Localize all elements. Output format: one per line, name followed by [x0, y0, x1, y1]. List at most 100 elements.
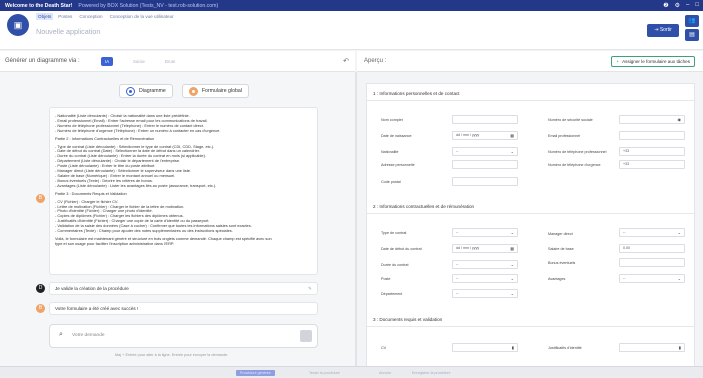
- field-value: 0.00: [623, 246, 630, 250]
- field-label: Date de naissance: [381, 134, 412, 138]
- field-label: Numéro de sécurité sociale: [548, 118, 593, 122]
- assign-form-button[interactable]: + Assigner le formulaire aux tâches: [611, 56, 695, 67]
- generate-brute-button[interactable]: Brute: [161, 57, 180, 66]
- field-value: --: [456, 230, 459, 234]
- field-label: Numéro de téléphone d'urgence: [548, 163, 601, 167]
- help-icon[interactable]: ❷: [663, 2, 668, 9]
- chat-input[interactable]: ⌕ Votre demande: [49, 324, 318, 348]
- field-justificatif-upload[interactable]: ▮: [619, 343, 685, 352]
- field-value: dd / mm / yyyy: [456, 246, 480, 250]
- field-label: Nationalité: [381, 150, 399, 154]
- field-type-contrat[interactable]: -- ⌄: [452, 228, 518, 237]
- users-icon[interactable]: 👥: [685, 15, 699, 27]
- field-value: --: [623, 230, 626, 234]
- tab-conception[interactable]: Conception: [77, 13, 104, 20]
- user-avatar: D: [36, 284, 45, 293]
- tab-conception-vue[interactable]: Conception de la vue utilisateur: [108, 13, 176, 20]
- section-title-2: 2 : Informations contractuelles et de ré…: [373, 204, 475, 209]
- field-tel-urgence[interactable]: +33: [619, 160, 685, 169]
- field-label: Salaire de base: [548, 247, 574, 251]
- file-icon: ▮: [511, 345, 514, 350]
- field-duree-contrat[interactable]: -- ⌄: [452, 260, 518, 269]
- field-nationalite[interactable]: -- ⌄: [452, 147, 518, 156]
- field-code-postal[interactable]: [452, 177, 518, 186]
- field-secu[interactable]: ◉: [619, 115, 685, 124]
- diagram-toggle[interactable]: Diagramme: [119, 84, 173, 98]
- field-label: Numéro de téléphone professionnel: [548, 150, 607, 154]
- divider: [367, 213, 694, 214]
- section-title-3: 3 : Documents requis et validation: [373, 317, 443, 322]
- calendar-icon: ▦: [510, 133, 514, 138]
- field-date-naissance[interactable]: dd / mm / yyyy ▦: [452, 131, 518, 140]
- field-label: Type de contrat: [381, 231, 407, 235]
- field-value: dd / mm / yyyy: [456, 133, 480, 137]
- generate-toolbar: Générer un diagramme via : IA Saisie Bru…: [0, 51, 355, 72]
- generate-saisie-button[interactable]: Saisie: [129, 57, 149, 66]
- field-label: Adresse personnelle: [381, 163, 415, 167]
- assign-form-label: Assigner le formulaire aux tâches: [622, 59, 690, 64]
- edit-icon[interactable]: ✎: [308, 283, 312, 294]
- field-salaire[interactable]: 0.00: [619, 244, 685, 253]
- tab-postes[interactable]: Postes: [56, 13, 74, 20]
- save-procedure-button[interactable]: Enregistrer la procédure: [408, 370, 455, 376]
- test-procedure-button[interactable]: Tester la procédure: [305, 370, 344, 376]
- chevron-down-icon: ⌄: [510, 276, 514, 281]
- chat-line: - Avantages (Liste déroulante) : Lister …: [55, 183, 217, 188]
- field-nom-complet[interactable]: [452, 115, 518, 124]
- field-date-debut[interactable]: dd / mm / yyyy ▦: [452, 244, 518, 253]
- field-label: Département: [381, 292, 403, 296]
- undo-icon[interactable]: ↶: [343, 57, 349, 65]
- field-value: --: [456, 291, 459, 295]
- field-avantages[interactable]: -- ⌄: [619, 274, 685, 283]
- field-label: Date de début du contrat: [381, 247, 422, 251]
- radio-icon: [188, 86, 198, 96]
- generate-ia-button[interactable]: IA: [101, 57, 114, 66]
- chevron-down-icon: ⌄: [510, 149, 514, 154]
- minimize-icon[interactable]: –: [686, 2, 689, 9]
- field-bonus[interactable]: [619, 258, 685, 267]
- cancel-button[interactable]: Annuler: [375, 370, 395, 376]
- field-tel-pro[interactable]: +33: [619, 147, 685, 156]
- send-button[interactable]: [300, 330, 312, 342]
- chat-icon[interactable]: ▤: [685, 29, 699, 41]
- field-label: CV: [381, 346, 387, 350]
- field-label: Manager direct: [548, 232, 573, 236]
- calendar-icon: ▦: [510, 246, 514, 251]
- maximize-icon[interactable]: □: [695, 2, 699, 9]
- chevron-down-icon: ⌄: [677, 230, 681, 235]
- field-label: Email professionnel: [548, 134, 581, 138]
- bot-avatar: B: [36, 304, 45, 313]
- field-cv-upload[interactable]: ▮: [452, 343, 518, 352]
- field-label: Nom complet: [381, 118, 403, 122]
- settings-icon[interactable]: ⚙: [675, 2, 680, 9]
- exit-button-label: Sortir: [659, 27, 672, 33]
- chat-section-title: Partie 3 : Documents Requis et Validatio…: [55, 191, 127, 196]
- plus-icon: +: [616, 59, 620, 64]
- tab-objets[interactable]: Objets: [36, 13, 54, 20]
- radio-icon: [126, 86, 135, 96]
- field-departement[interactable]: -- ⌄: [452, 289, 518, 298]
- field-value: --: [623, 276, 626, 280]
- form-toggle[interactable]: Formulaire global: [181, 84, 249, 98]
- app-title: Nouvelle application: [36, 27, 101, 36]
- divider: [367, 100, 694, 101]
- field-label: Bonus éventuels: [548, 261, 576, 265]
- window-titlebar: Welcome to the Death Star! Powered by BOX…: [0, 0, 703, 11]
- view-toggles: Diagramme Formulaire global: [119, 84, 249, 98]
- paperclip-icon[interactable]: ⌕: [59, 331, 63, 339]
- exit-button[interactable]: ⇥ Sortir: [647, 24, 679, 37]
- user-message: Je valide la création de la procédure ✎: [49, 282, 318, 295]
- divider: [367, 326, 694, 327]
- file-icon: ▮: [678, 345, 681, 350]
- field-value: --: [456, 276, 459, 280]
- field-label: Justificatifs d'identité: [548, 346, 582, 350]
- field-email[interactable]: [619, 131, 685, 140]
- chevron-down-icon: ⌄: [510, 230, 514, 235]
- field-manager[interactable]: -- ⌄: [619, 228, 685, 237]
- field-adresse[interactable]: [452, 160, 518, 169]
- chat-line: - Commentaires (Texte) : Champ pour ajou…: [55, 229, 233, 234]
- form-toggle-label: Formulaire global: [201, 88, 242, 94]
- field-poste[interactable]: -- ⌄: [452, 274, 518, 283]
- side-icons: 👥 ▤: [685, 15, 699, 45]
- procedure-generated-button[interactable]: Procédure générée: [236, 370, 275, 376]
